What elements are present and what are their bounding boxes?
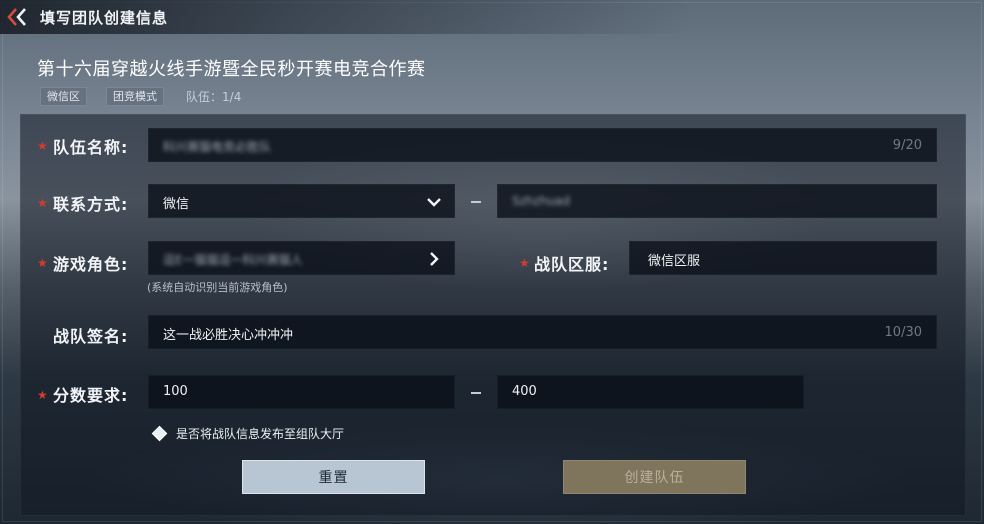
required-star: ★ bbox=[37, 196, 48, 210]
back-button[interactable] bbox=[6, 6, 30, 28]
team-name-counter: 9/20 bbox=[892, 138, 922, 153]
signature-value: 这一战必胜决心冲冲冲 bbox=[163, 328, 294, 343]
contact-label: 联系方式: bbox=[53, 195, 129, 214]
contact-input[interactable]: Szhzhuad bbox=[497, 184, 937, 218]
chevron-down-icon bbox=[427, 198, 441, 207]
publish-label: 是否将战队信息发布至组队大厅 bbox=[176, 427, 345, 441]
contact-value: Szhzhuad bbox=[512, 194, 571, 208]
contact-method-value: 微信 bbox=[163, 197, 190, 212]
signature-counter: 10/30 bbox=[884, 325, 922, 340]
mode-tag: 团竞模式 bbox=[106, 87, 164, 106]
team-count-value: 1/4 bbox=[222, 90, 242, 104]
game-role-value: 逗E一猫猫逗一科兴赛猫人 bbox=[163, 253, 303, 267]
zone-tag: 微信区 bbox=[40, 87, 87, 106]
team-name-label: 队伍名称: bbox=[53, 138, 129, 157]
server-field: 微信区服 bbox=[629, 241, 937, 275]
required-star: ★ bbox=[37, 256, 48, 270]
signature-label: 战队签名: bbox=[53, 327, 129, 346]
team-count-label: 队伍： bbox=[186, 90, 223, 104]
score-max-input[interactable]: 400 bbox=[497, 375, 804, 409]
chevron-right-icon bbox=[430, 252, 439, 266]
top-bar: 填写团队创建信息 bbox=[0, 0, 984, 34]
required-star: ★ bbox=[37, 139, 48, 153]
team-count: 队伍：1/4 bbox=[186, 88, 241, 105]
range-dash bbox=[471, 201, 481, 203]
server-label: 战队区服: bbox=[534, 255, 610, 274]
score-min-input[interactable]: 100 bbox=[148, 375, 455, 409]
page-title: 填写团队创建信息 bbox=[40, 9, 169, 27]
game-role-hint: (系统自动识别当前游戏角色) bbox=[147, 281, 288, 294]
reset-button[interactable]: 重置 bbox=[242, 460, 425, 494]
required-star: ★ bbox=[519, 256, 530, 270]
create-team-button[interactable]: 创建队伍 bbox=[563, 460, 746, 494]
team-name-input[interactable]: 科兴赛猫电竞必胜队 9/20 bbox=[148, 128, 937, 162]
back-arrow-icon bbox=[7, 8, 26, 26]
server-value: 微信区服 bbox=[648, 254, 701, 269]
team-name-value: 科兴赛猫电竞必胜队 bbox=[163, 140, 272, 154]
game-role-select[interactable]: 逗E一猫猫逗一科兴赛猫人 bbox=[148, 241, 455, 275]
contact-method-select[interactable]: 微信 bbox=[148, 184, 455, 218]
score-label: 分数要求: bbox=[53, 386, 129, 405]
event-title: 第十六届穿越火线手游暨全民秒开赛电竞合作赛 bbox=[37, 59, 426, 80]
game-role-label: 游戏角色: bbox=[53, 255, 129, 274]
signature-input[interactable]: 这一战必胜决心冲冲冲 10/30 bbox=[148, 315, 937, 349]
score-min-value: 100 bbox=[163, 384, 188, 399]
range-dash bbox=[471, 392, 481, 394]
score-max-value: 400 bbox=[512, 384, 537, 399]
required-star: ★ bbox=[37, 388, 48, 402]
